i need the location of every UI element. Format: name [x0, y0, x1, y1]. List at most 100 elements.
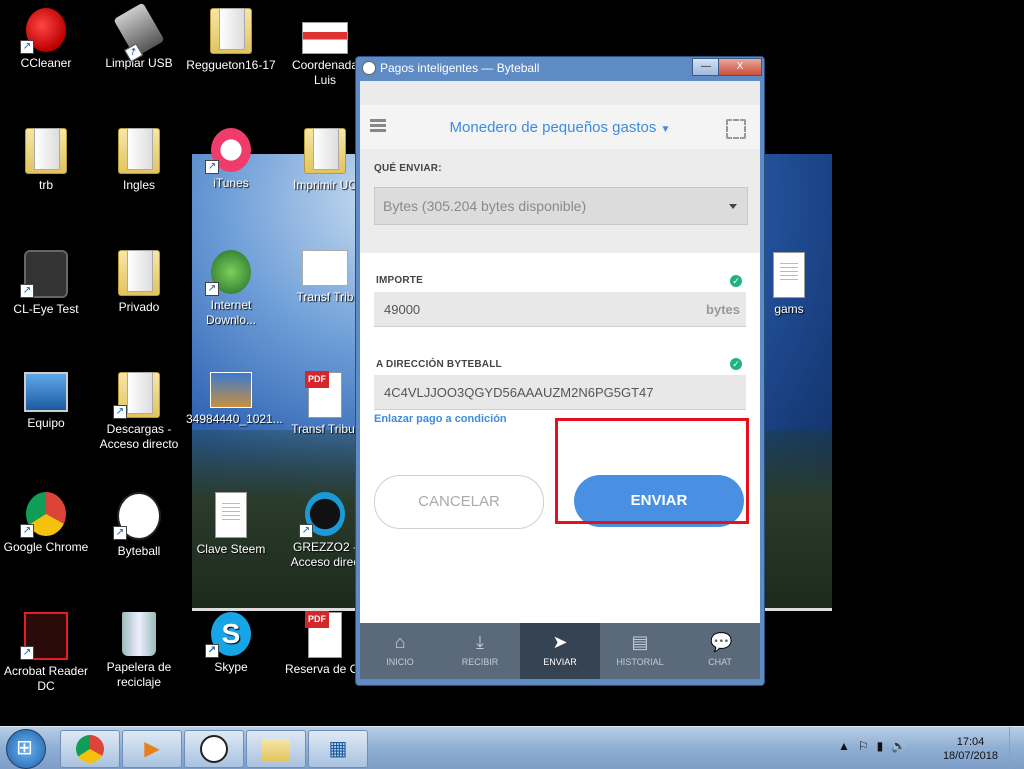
control-panel-icon: ▦	[328, 738, 348, 760]
start-button[interactable]	[6, 729, 46, 769]
red-highlight-box	[555, 418, 749, 524]
desktop-icon-papelera[interactable]: Papelera de reciclaje	[94, 612, 184, 690]
usb-icon: ↗	[113, 2, 165, 63]
idm-icon: ↗	[205, 250, 251, 296]
folder-icon	[304, 128, 346, 174]
history-icon: ▤	[631, 632, 649, 652]
image-file-icon	[210, 372, 252, 408]
media-player-icon: ▶	[144, 738, 160, 760]
conditional-payment-link[interactable]: Enlazar pago a condición	[374, 413, 507, 425]
text-file-icon	[773, 252, 805, 298]
private-folder-icon	[118, 250, 160, 296]
desktop-icon-reggueton[interactable]: Reggueton16-17	[186, 8, 276, 73]
pdf-icon: PDF	[305, 611, 342, 658]
desktop-icon-cl-eye-test[interactable]: ↗ CL-Eye Test	[1, 250, 91, 317]
desktop-icon-limpiar-usb[interactable]: ↗ Limpiar USB	[94, 2, 184, 71]
address-valid-check-icon: ✓	[730, 358, 742, 370]
folder-icon	[118, 128, 160, 174]
ccleaner-icon: ↗	[20, 8, 66, 54]
wallet-selector[interactable]: Monedero de pequeños gastos ▼	[360, 119, 760, 136]
taskbar-chrome[interactable]	[60, 730, 120, 768]
minimize-button[interactable]: —	[692, 58, 720, 76]
address-input[interactable]: 4C4VLJJOO3QGYD56AAAUZM2N6PG5GT47	[374, 375, 746, 410]
desktop-icon-itunes[interactable]: ↗ iTunes	[186, 128, 276, 191]
itunes-icon: ↗	[205, 128, 251, 174]
computer-icon	[24, 372, 68, 412]
select-caret-icon	[729, 204, 737, 209]
amount-input[interactable]: 49000 bytes	[374, 292, 746, 327]
webcam-icon: ↗	[20, 250, 68, 298]
tab-label: ENVIAR	[543, 657, 577, 667]
byteball-icon	[200, 735, 228, 763]
document-preview-icon	[302, 250, 348, 286]
window-title: Pagos inteligentes — Byteball	[380, 61, 540, 75]
taskbar-control-panel[interactable]: ▦	[308, 730, 368, 768]
downloads-folder-icon: ↗	[113, 372, 160, 419]
folder-icon	[262, 739, 290, 761]
clock-date: 18/07/2018	[942, 750, 998, 762]
desktop-icon-equipo[interactable]: Equipo	[1, 372, 91, 431]
tab-recibir[interactable]: ⤓ RECIBIR	[440, 623, 520, 679]
asset-select[interactable]: Bytes (305.204 bytes disponible)	[374, 187, 748, 225]
byteball-window: Pagos inteligentes — Byteball — X Monede…	[355, 56, 765, 686]
address-label: A DIRECCIÓN BYTEBALL	[376, 359, 502, 370]
clock[interactable]: 17:04 18/07/2018	[943, 735, 998, 763]
desktop-icon-clave-steem[interactable]: Clave Steem	[186, 492, 276, 557]
desktop-icon-descargas[interactable]: ↗ Descargas - Acceso directo	[94, 372, 184, 452]
asset-select-value: Bytes (305.204 bytes disponible)	[383, 198, 587, 214]
grezzo-icon: ↗	[299, 492, 345, 538]
qr-scan-icon[interactable]	[726, 119, 746, 139]
folder-icon	[210, 8, 252, 54]
chat-icon: 💬	[710, 632, 733, 652]
desktop-icon-trb[interactable]: trb	[1, 128, 91, 193]
clock-time: 17:04	[956, 736, 985, 748]
app-client-area: Monedero de pequeños gastos ▼ QUÉ ENVIAR…	[360, 81, 760, 679]
tab-enviar[interactable]: ➤ ENVIAR	[520, 623, 600, 679]
acrobat-icon: ↗	[20, 612, 68, 660]
tab-label: RECIBIR	[461, 657, 499, 667]
wallet-name: Monedero de pequeños gastos	[449, 119, 657, 136]
desktop-icon-ccleaner[interactable]: ↗ CCleaner	[1, 8, 91, 71]
app-header: Monedero de pequeños gastos ▼	[360, 105, 760, 149]
download-icon: ⤓	[476, 632, 484, 652]
tab-historial[interactable]: ▤ HISTORIAL	[600, 623, 680, 679]
close-button[interactable]: X	[718, 58, 762, 76]
app-top-strip	[360, 81, 760, 105]
show-desktop-button[interactable]	[1009, 727, 1024, 769]
desktop-icon-acrobat-reader[interactable]: ↗ Acrobat Reader DC	[1, 612, 91, 694]
tray-icons[interactable]: ▲⚐▮🔊	[838, 739, 914, 753]
desktop-icon-internet-download[interactable]: ↗ Internet Downlo...	[186, 250, 276, 328]
pdf-icon: PDF	[305, 371, 342, 418]
system-tray: ▲⚐▮🔊 17:04 18/07/2018	[824, 727, 1024, 769]
bottom-tab-bar: ⌂ INICIO ⤓ RECIBIR ➤ ENVIAR ▤ HISTORIAL …	[360, 623, 760, 679]
desktop-icon-image-file[interactable]: 34984440_1021...	[186, 372, 283, 427]
recycle-bin-icon	[122, 612, 156, 656]
tab-label: INICIO	[386, 657, 414, 667]
tab-label: HISTORIAL	[616, 657, 664, 667]
tab-chat[interactable]: 💬 CHAT	[680, 623, 760, 679]
amount-value: 49000	[384, 302, 421, 317]
taskbar-media-player[interactable]: ▶	[122, 730, 182, 768]
desktop-icon-google-chrome[interactable]: ↗ Google Chrome	[1, 492, 91, 555]
taskbar-byteball[interactable]	[184, 730, 244, 768]
desktop-icon-ingles[interactable]: Ingles	[94, 128, 184, 193]
cancel-button[interactable]: CANCELAR	[374, 475, 544, 529]
chrome-icon	[76, 735, 104, 763]
what-to-send-label: QUÉ ENVIAR:	[374, 163, 442, 174]
desktop-icon-skype[interactable]: S ↗ Skype	[186, 612, 276, 675]
skype-icon: S ↗	[205, 612, 251, 658]
address-value: 4C4VLJJOO3QGYD56AAAUZM2N6PG5GT47	[384, 385, 654, 400]
taskbar: ▶ ▦ ▲⚐▮🔊 17:04 18/07/2018	[0, 726, 1024, 769]
tab-inicio[interactable]: ⌂ INICIO	[360, 623, 440, 679]
window-titlebar[interactable]: Pagos inteligentes — Byteball — X	[356, 57, 764, 79]
amount-valid-check-icon: ✓	[730, 275, 742, 287]
desktop-icon-privado[interactable]: Privado	[94, 250, 184, 315]
caret-down-icon: ▼	[660, 124, 671, 135]
asset-section: QUÉ ENVIAR: Bytes (305.204 bytes disponi…	[360, 149, 760, 253]
desktop-icon-byteball[interactable]: ↗ Byteball	[94, 492, 184, 559]
text-file-icon	[215, 492, 247, 538]
tab-label: CHAT	[708, 657, 732, 667]
chrome-icon: ↗	[20, 492, 66, 538]
amount-label: IMPORTE	[376, 275, 423, 286]
taskbar-explorer[interactable]	[246, 730, 306, 768]
